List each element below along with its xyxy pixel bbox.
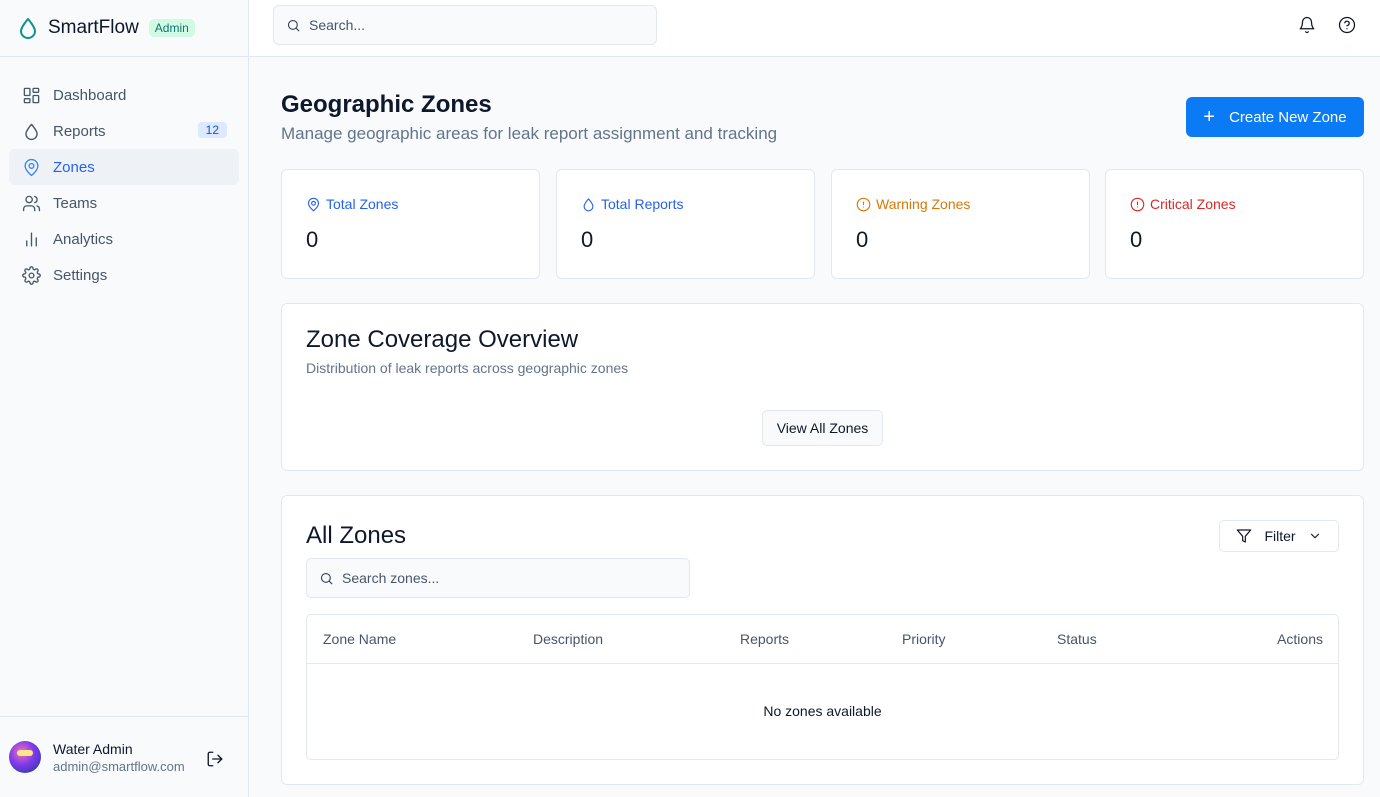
search-input[interactable] <box>309 17 629 33</box>
page-title: Geographic Zones <box>281 91 492 118</box>
sidebar-item-settings[interactable]: Settings <box>9 257 239 293</box>
zones-card: All Zones Filter Zone Name Description R… <box>281 495 1364 785</box>
coverage-title: Zone Coverage Overview <box>306 326 579 353</box>
stat-value: 0 <box>306 227 319 252</box>
stat-label: Warning Zones <box>856 196 970 212</box>
search-icon <box>287 19 300 32</box>
user-name: Water Admin <box>53 740 133 757</box>
sidebar-item-zones[interactable]: Zones <box>9 149 239 185</box>
empty-state: No zones available <box>763 703 882 719</box>
global-search[interactable] <box>273 5 657 45</box>
sidebar-nav: Dashboard Reports 12 Zones Teams Analyti… <box>0 57 248 293</box>
sidebar-item-label: Settings <box>53 266 108 284</box>
stat-card-critical-zones: Critical Zones 0 <box>1105 169 1364 279</box>
bar-chart-icon <box>26 231 37 247</box>
stat-card-total-reports: Total Reports 0 <box>556 169 815 279</box>
stat-value: 0 <box>856 227 869 252</box>
user-panel: Water Admin admin@smartflow.com <box>0 716 248 797</box>
user-info: Water Admin admin@smartflow.com <box>53 741 185 774</box>
users-icon <box>22 195 41 211</box>
column-header-description[interactable]: Description <box>533 631 603 647</box>
brand: SmartFlow Admin <box>0 0 248 57</box>
stat-label-text: Warning Zones <box>876 196 971 212</box>
stat-label-text: Total Reports <box>601 196 684 212</box>
page-subtitle: Manage geographic areas for leak report … <box>281 124 778 143</box>
stat-label-text: Total Zones <box>326 196 399 212</box>
stat-label-text: Critical Zones <box>1150 196 1236 212</box>
logout-icon[interactable] <box>206 750 224 768</box>
reports-count-badge: 12 <box>197 122 227 138</box>
sidebar: SmartFlow Admin Dashboard Reports 12 Zon… <box>0 0 249 797</box>
stat-value: 0 <box>581 227 594 252</box>
zone-search-input[interactable] <box>342 570 662 586</box>
chevron-down-icon <box>1310 533 1319 539</box>
stat-label: Critical Zones <box>1130 196 1236 212</box>
search-icon <box>320 572 333 585</box>
zones-table: Zone Name Description Reports Priority S… <box>306 614 1339 760</box>
help-icon[interactable] <box>1338 16 1356 34</box>
view-all-zones-button[interactable]: View All Zones <box>762 410 883 446</box>
coverage-card: Zone Coverage Overview Distribution of l… <box>281 303 1364 471</box>
create-zone-button[interactable]: + Create New Zone <box>1186 97 1364 137</box>
stat-label: Total Zones <box>306 196 398 212</box>
map-pin-icon <box>24 158 39 176</box>
sidebar-item-reports[interactable]: Reports 12 <box>9 113 239 149</box>
sidebar-item-label: Teams <box>53 194 98 212</box>
topbar <box>249 0 1380 57</box>
brand-name: SmartFlow <box>48 17 139 38</box>
sidebar-item-label: Zones <box>53 158 95 176</box>
table-header: Zone Name Description Reports Priority S… <box>307 615 1338 664</box>
alert-circle-icon <box>856 197 871 211</box>
stat-label: Total Reports <box>581 196 683 212</box>
droplet-logo-icon <box>20 18 36 39</box>
column-header-reports[interactable]: Reports <box>740 631 789 647</box>
filter-button[interactable]: Filter <box>1219 520 1339 552</box>
sidebar-item-dashboard[interactable]: Dashboard <box>9 77 239 113</box>
sidebar-item-analytics[interactable]: Analytics <box>9 221 239 257</box>
alert-circle-icon <box>1130 197 1145 211</box>
sidebar-item-label: Reports <box>53 122 106 140</box>
avatar[interactable] <box>9 741 41 773</box>
sidebar-item-label: Dashboard <box>53 86 127 104</box>
column-header-priority[interactable]: Priority <box>902 631 946 647</box>
column-header-status[interactable]: Status <box>1057 631 1097 647</box>
sidebar-item-teams[interactable]: Teams <box>9 185 239 221</box>
dashboard-icon <box>23 87 40 103</box>
droplet-icon <box>25 123 38 140</box>
user-email: admin@smartflow.com <box>53 758 185 774</box>
column-header-actions: Actions <box>1277 631 1323 647</box>
filter-icon <box>1237 529 1252 543</box>
plus-icon: + <box>1203 106 1216 128</box>
coverage-subtitle: Distribution of leak reports across geog… <box>306 360 629 376</box>
sidebar-item-label: Analytics <box>53 230 114 248</box>
role-badge: Admin <box>148 19 195 37</box>
stat-value: 0 <box>1130 227 1143 252</box>
zones-title: All Zones <box>306 522 407 549</box>
map-pin-icon <box>307 197 320 211</box>
create-zone-label: Create New Zone <box>1229 108 1347 126</box>
droplet-icon <box>583 197 594 211</box>
stat-card-warning-zones: Warning Zones 0 <box>831 169 1090 279</box>
zone-search[interactable] <box>306 558 690 598</box>
stat-card-total-zones: Total Zones 0 <box>281 169 540 279</box>
column-header-zone-name[interactable]: Zone Name <box>323 631 396 647</box>
bell-icon[interactable] <box>1298 16 1316 34</box>
gear-icon <box>22 265 41 285</box>
filter-label: Filter <box>1264 528 1296 544</box>
